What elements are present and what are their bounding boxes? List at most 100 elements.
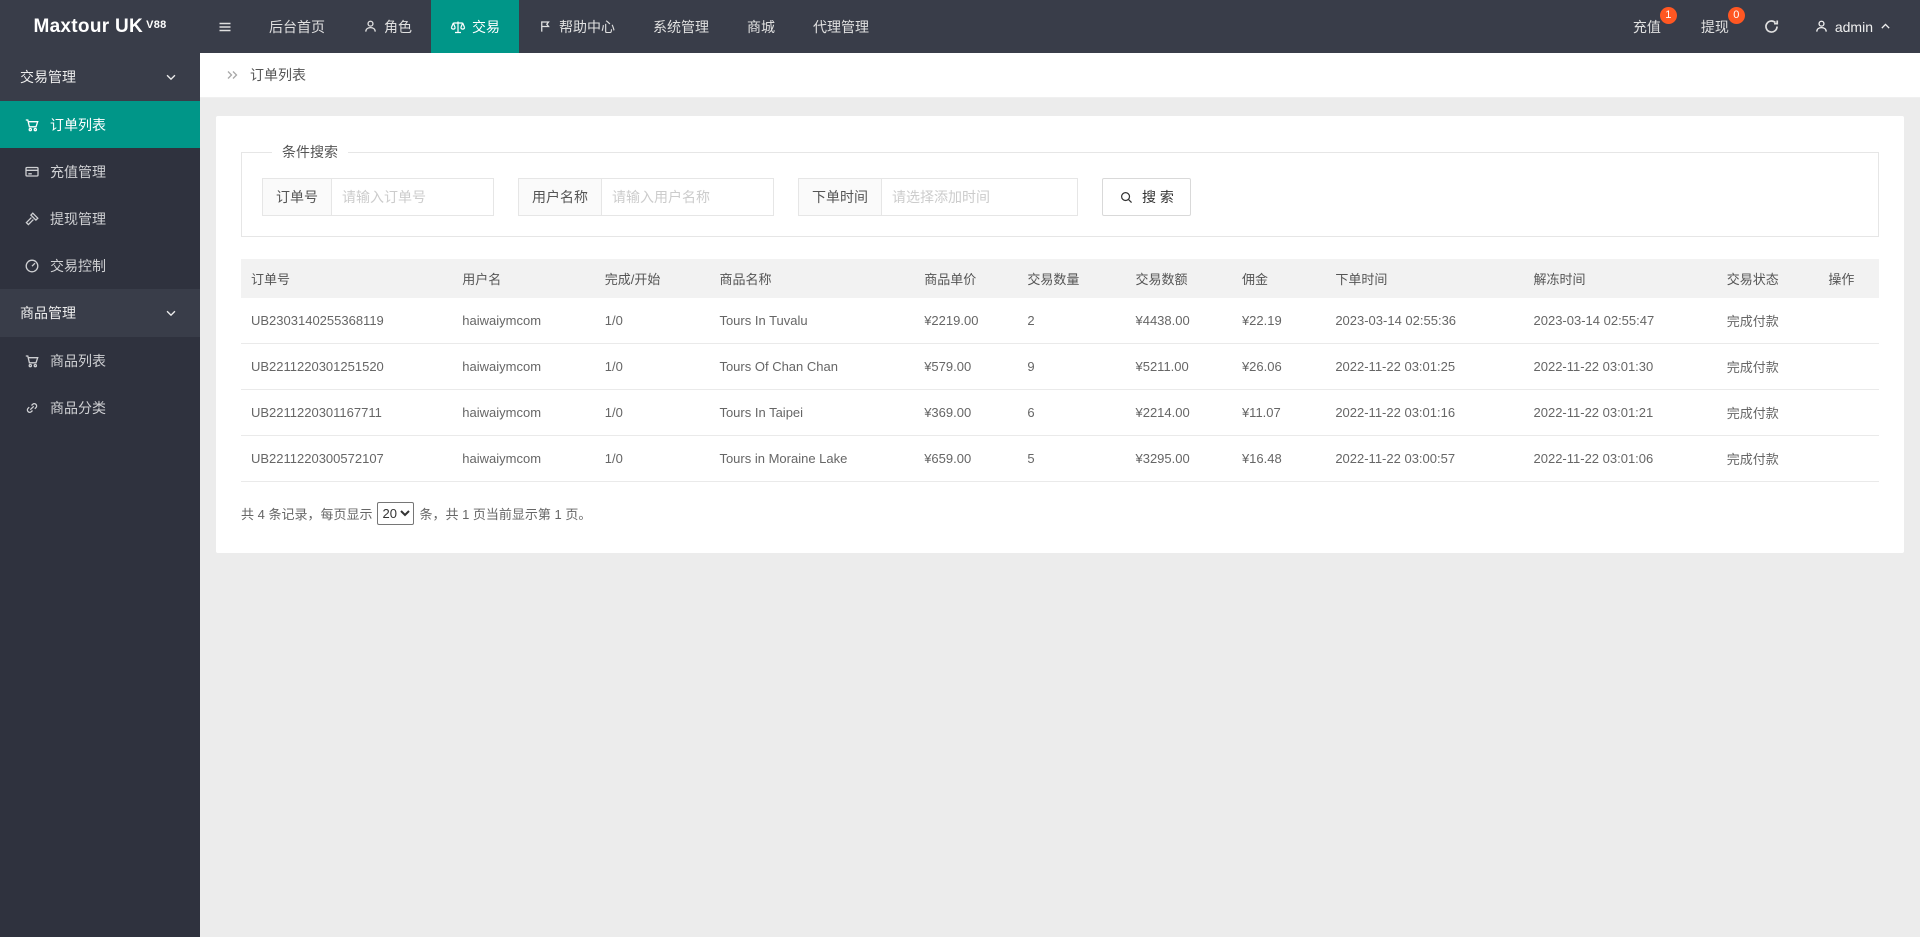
order-time-field-label: 下单时间: [798, 178, 882, 216]
sidebar-group-trade-management[interactable]: 交易管理: [0, 53, 200, 101]
double-chevron-icon: [227, 71, 238, 79]
withdraw-label: 提现: [1700, 18, 1729, 35]
table-cell: 1/0: [594, 343, 710, 390]
sidebar-item-label: 商品列表: [50, 352, 106, 369]
column-header: 解冻时间: [1523, 259, 1717, 298]
table-cell: 9: [1017, 343, 1126, 390]
orders-table: 订单号 用户名 完成/开始 商品名称 商品单价 交易数量 交易数额 佣金 下单时间 解冻时间 交易状…: [241, 259, 1879, 482]
table-cell: UB2211220301167711: [241, 389, 453, 436]
per-page-select[interactable]: 20: [377, 502, 415, 525]
table-header-row: 订单号 用户名 完成/开始 商品名称 商品单价 交易数量 交易数额 佣金 下单时间 解冻时间 交易状…: [241, 259, 1879, 298]
nav-item-system[interactable]: 系统管理: [634, 0, 728, 53]
link-icon: [26, 402, 38, 413]
column-header: 佣金: [1231, 259, 1326, 298]
pagination-prefix: 共 4 条记录，每页显示: [241, 507, 373, 522]
nav-item-help-center[interactable]: 帮助中心: [519, 0, 634, 53]
page-title: 订单列表: [250, 67, 306, 83]
sidebar-item-trade-control[interactable]: 交易控制: [0, 242, 200, 289]
chevron-up-icon: [1881, 23, 1890, 29]
table-row: UB2211220301167711 haiwaiymcom 1/0 Tours In…: [241, 389, 1879, 436]
sidebar-item-product-category[interactable]: 商品分类: [0, 384, 200, 431]
column-header: 交易状态: [1716, 259, 1819, 298]
nav-item-home[interactable]: 后台首页: [250, 0, 344, 53]
pagination: 共 4 条记录，每页显示 20 条，共 1 页当前显示第 1 页。: [241, 502, 1879, 525]
user-menu[interactable]: admin: [1794, 0, 1912, 53]
column-header: 订单号: [241, 259, 453, 298]
nav-item-label: 角色: [384, 18, 412, 35]
column-header: 用户名: [452, 259, 595, 298]
table-cell: 6: [1017, 389, 1126, 436]
table-cell: ¥369.00: [914, 389, 1018, 436]
table-cell: 完成付款: [1716, 343, 1819, 390]
search-legend: 条件搜索: [282, 144, 338, 160]
table-row: UB2211220300572107 haiwaiymcom 1/0 Tours in…: [241, 435, 1879, 482]
table-cell: Tours Of Chan Chan: [709, 343, 915, 390]
table-cell: ¥3295.00: [1125, 435, 1232, 482]
card-icon: [25, 166, 39, 177]
sidebar-item-label: 商品分类: [50, 399, 106, 416]
username-input[interactable]: [602, 178, 774, 216]
column-header: 交易数额: [1125, 259, 1232, 298]
sidebar-item-withdraw-management[interactable]: 提现管理: [0, 195, 200, 242]
table-cell: Tours In Tuvalu: [709, 298, 915, 344]
table-cell: 2023-03-14 02:55:47: [1523, 298, 1717, 344]
sidebar-group-product-management[interactable]: 商品管理: [0, 289, 200, 337]
withdraw-badge: 0: [1727, 7, 1745, 24]
person-icon: [1816, 20, 1827, 32]
table-cell: [1818, 343, 1879, 390]
sidebar-item-order-list[interactable]: 订单列表: [0, 101, 200, 148]
table-cell: 完成付款: [1716, 389, 1819, 436]
table-cell: UB2211220300572107: [241, 435, 453, 482]
nav-item-mall[interactable]: 商城: [728, 0, 794, 53]
table-cell: [1818, 435, 1879, 482]
sidebar-item-recharge-management[interactable]: 充值管理: [0, 148, 200, 195]
chevron-down-icon: [166, 310, 176, 317]
pagination-suffix: 条，共 1 页当前显示第 1 页。: [419, 507, 592, 522]
username: admin: [1834, 18, 1873, 35]
table-cell: ¥4438.00: [1125, 298, 1232, 344]
refresh-button[interactable]: [1749, 0, 1794, 53]
column-header: 下单时间: [1325, 259, 1524, 298]
table-cell: 2022-11-22 03:01:06: [1523, 435, 1717, 482]
sidebar: 交易管理 订单列表 充值管理 提现管理 交易控制 商品管理 商品列表 商品分类: [0, 53, 200, 937]
table-cell: 2022-11-22 03:01:16: [1325, 389, 1524, 436]
table-cell: UB2303140255368119: [241, 298, 453, 344]
table-cell: [1818, 389, 1879, 436]
search-button-label: 搜 索: [1142, 189, 1174, 205]
search-button[interactable]: 搜 索: [1102, 178, 1191, 216]
chevron-down-icon: [166, 74, 176, 81]
table-cell: 2: [1017, 298, 1126, 344]
order-no-field-group: 订单号: [262, 178, 494, 216]
table-cell: 2022-11-22 03:01:30: [1523, 343, 1717, 390]
app-logo: Maxtour UK V88: [0, 0, 200, 53]
table-cell: ¥659.00: [914, 435, 1018, 482]
table-cell: haiwaiymcom: [452, 343, 595, 390]
recharge-button[interactable]: 充值 1: [1613, 0, 1681, 53]
navbar-right: 充值 1 提现 0 admin: [1613, 0, 1920, 53]
nav-item-trade[interactable]: 交易: [431, 0, 519, 53]
table-row: UB2211220301251520 haiwaiymcom 1/0 Tours Of…: [241, 343, 1879, 390]
table-cell: ¥5211.00: [1125, 343, 1232, 390]
table-cell: 2023-03-14 02:55:36: [1325, 298, 1524, 344]
table-cell: 1/0: [594, 389, 710, 436]
nav-item-roles[interactable]: 角色: [344, 0, 431, 53]
order-no-input[interactable]: [332, 178, 494, 216]
sidebar-item-product-list[interactable]: 商品列表: [0, 337, 200, 384]
gauge-icon: [25, 259, 39, 272]
hamburger-icon: [219, 22, 231, 31]
nav-item-agents[interactable]: 代理管理: [794, 0, 888, 53]
sidebar-item-label: 交易控制: [50, 257, 106, 274]
table-cell: UB2211220301251520: [241, 343, 453, 390]
order-time-input[interactable]: [882, 178, 1078, 216]
recharge-label: 充值: [1632, 18, 1661, 35]
nav-item-label: 后台首页: [269, 18, 325, 35]
flag-icon: [541, 21, 550, 32]
table-row: UB2303140255368119 haiwaiymcom 1/0 Tours In…: [241, 298, 1879, 344]
sidebar-item-label: 订单列表: [50, 116, 106, 133]
logo-version: V88: [146, 18, 167, 31]
menu-toggle-button[interactable]: [200, 0, 250, 53]
content: 条件搜索 订单号 用户名称 下单时间: [200, 98, 1920, 571]
withdraw-button[interactable]: 提现 0: [1681, 0, 1749, 53]
main-area: 订单列表 条件搜索 订单号 用户名称 下单时间: [200, 53, 1920, 937]
table-cell: Tours In Taipei: [709, 389, 915, 436]
